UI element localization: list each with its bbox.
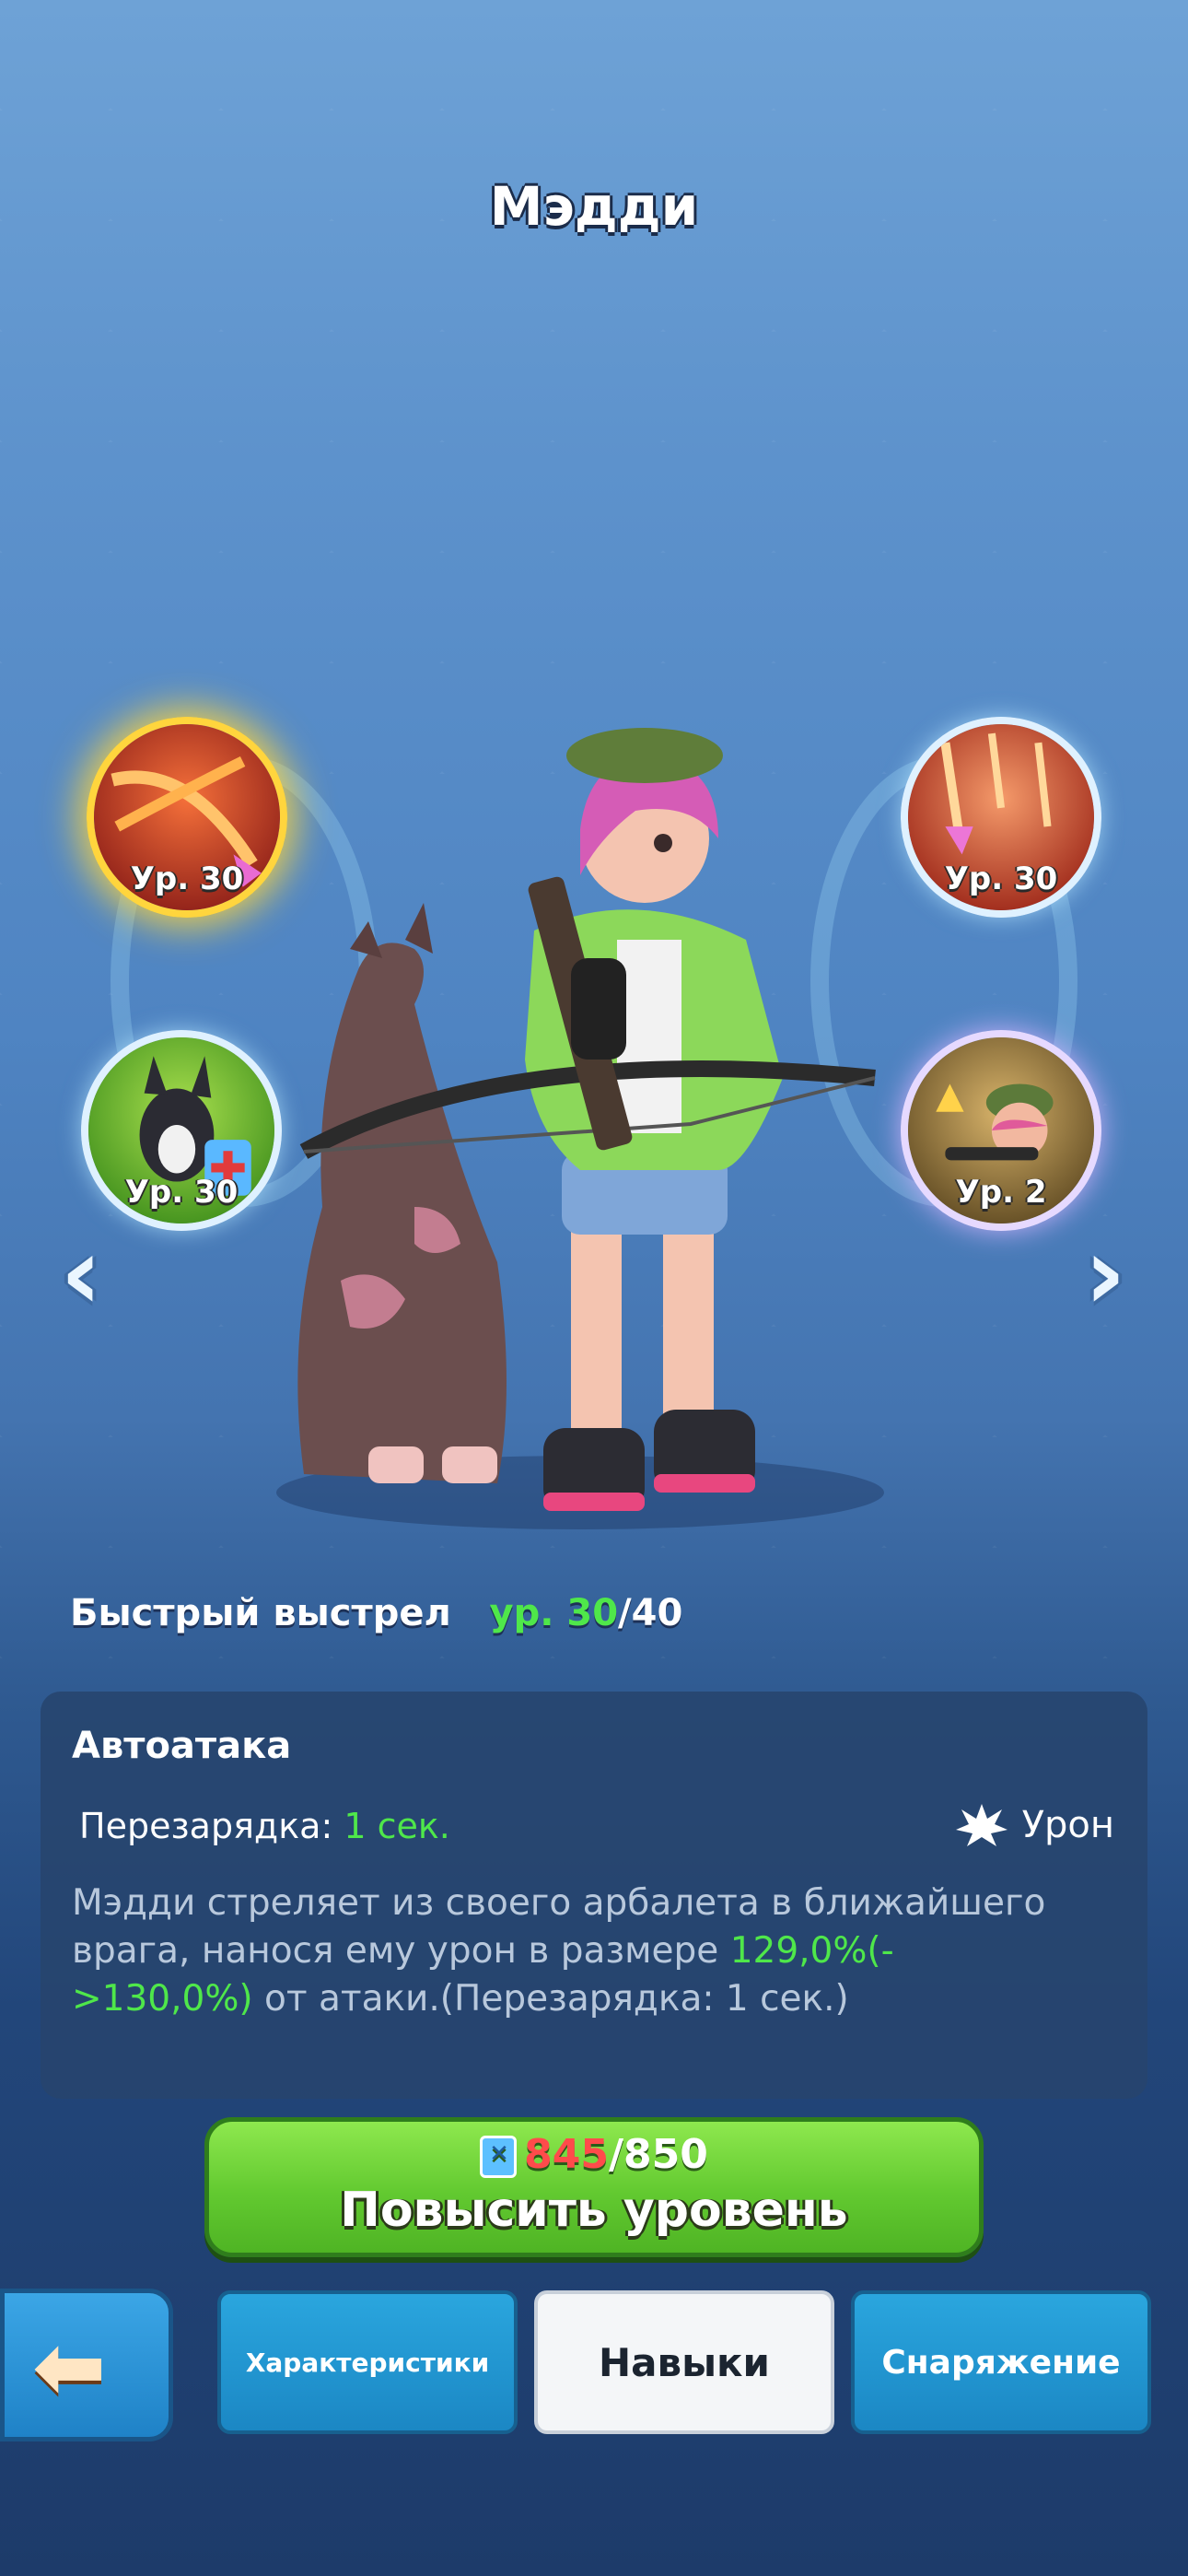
cooldown-line: Перезарядка: 1 сек. (79, 1806, 450, 1846)
tab-stats-label: Характеристики (245, 2347, 490, 2378)
cost-need: /850 (608, 2131, 708, 2178)
back-arrow-icon: ⬅ (32, 2315, 107, 2418)
tab-skills-label: Навыки (599, 2339, 770, 2385)
skill-description: Мэдди стреляет из своего арбалета в ближ… (72, 1879, 1066, 2023)
cost-have: 845 (524, 2131, 609, 2178)
desc-text-1: Мэдди стреляет из своего арбалета в ближ… (72, 1882, 1046, 1972)
back-button[interactable]: ⬅ (0, 2289, 173, 2441)
tab-equipment-label: Снаряжение (881, 2343, 1121, 2382)
prev-hero-arrow[interactable]: ‹ (44, 1218, 118, 1329)
next-hero-arrow[interactable]: › (1068, 1218, 1142, 1329)
skill-level-prefix: ур. (489, 1592, 567, 1634)
tab-equipment[interactable]: Снаряжение (851, 2290, 1151, 2434)
bottom-tab-bar: ⬅ Характеристики Навыки Снаряжение (0, 2276, 1188, 2576)
skill-name: Быстрый выстрел (70, 1592, 451, 1634)
desc-text-2: от атаки.(Перезарядка: 1 сек.) (252, 1978, 849, 2020)
skill-type-title: Автоатака (72, 1725, 292, 1767)
tab-skills[interactable]: Навыки (534, 2290, 834, 2434)
cooldown-label: Перезарядка: (79, 1806, 344, 1846)
upgrade-cost: 845/850 (209, 2131, 979, 2178)
upgrade-button[interactable]: 845/850 Повысить уровень (204, 2117, 984, 2257)
upgrade-label: Повысить уровень (340, 2183, 848, 2238)
cooldown-value: 1 сек. (344, 1806, 450, 1846)
hero-name: Мэдди (489, 175, 699, 238)
skill-description-panel: Автоатака Перезарядка: 1 сек. Урон Мэдди… (41, 1692, 1147, 2099)
tab-stats[interactable]: Характеристики (217, 2290, 518, 2434)
explosion-icon (955, 1804, 1007, 1846)
skill-title-line: Быстрый выстрел ур. 30/40 (70, 1592, 682, 1634)
damage-label: Урон (1021, 1804, 1114, 1846)
skill-level-max: /40 (618, 1592, 683, 1634)
hero-illustration (276, 728, 884, 1529)
damage-tag: Урон (954, 1802, 1114, 1848)
skill-book-icon (480, 2136, 518, 2178)
skill-level-current: 30 (566, 1592, 619, 1634)
